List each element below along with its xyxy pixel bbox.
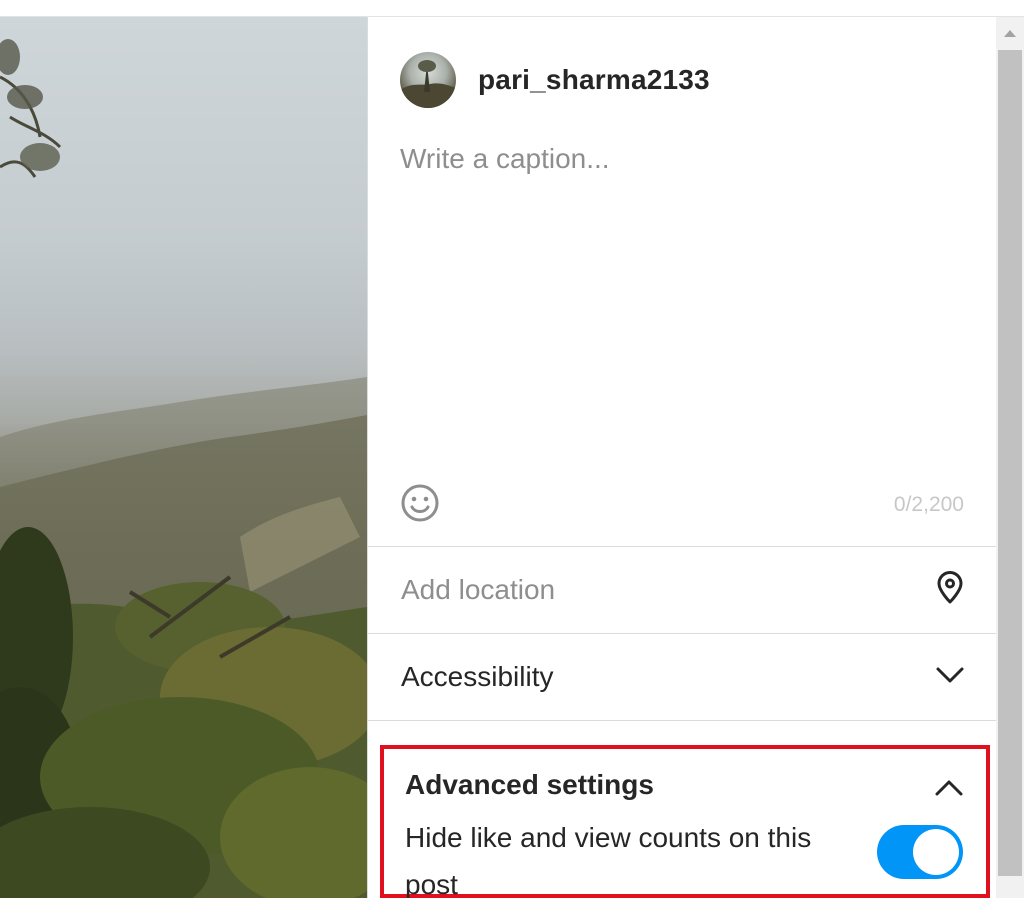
author-row: pari_sharma2133: [400, 52, 710, 108]
divider: [368, 720, 997, 721]
hide-counts-label: Hide like and view counts on this post: [405, 822, 812, 898]
triangle-up-icon[interactable]: [996, 17, 1024, 49]
accessibility-label: Accessibility: [401, 661, 554, 692]
post-image-preview: [0, 17, 367, 898]
avatar-photo: [400, 60, 456, 108]
caption-input[interactable]: Write a caption...: [400, 143, 610, 175]
scrollbar-thumb[interactable]: [998, 50, 1022, 876]
hide-counts-toggle[interactable]: [877, 825, 963, 879]
advanced-settings-title[interactable]: Advanced settings: [405, 769, 654, 801]
smiley-face-icon[interactable]: [400, 483, 440, 523]
add-location-input[interactable]: Add location: [401, 574, 555, 606]
advanced-settings-section: Advanced settings Hide like and view cou…: [380, 745, 990, 898]
chevron-down-icon[interactable]: [935, 665, 965, 690]
avatar: [400, 52, 456, 108]
username: pari_sharma2133: [478, 64, 710, 95]
scrollbar[interactable]: [996, 17, 1024, 898]
toggle-knob: [913, 829, 959, 875]
caption-character-counter: 0/2,200: [893, 493, 964, 516]
post-details-panel: pari_sharma2133 Write a caption... 0/2,2…: [367, 17, 997, 898]
add-location-row[interactable]: Add location: [368, 547, 997, 633]
top-strip: [0, 0, 1024, 17]
chevron-up-icon[interactable]: [932, 771, 966, 805]
location-pin-icon: [935, 570, 965, 610]
landscape-photo: [0, 39, 367, 898]
accessibility-row[interactable]: Accessibility: [368, 634, 997, 720]
